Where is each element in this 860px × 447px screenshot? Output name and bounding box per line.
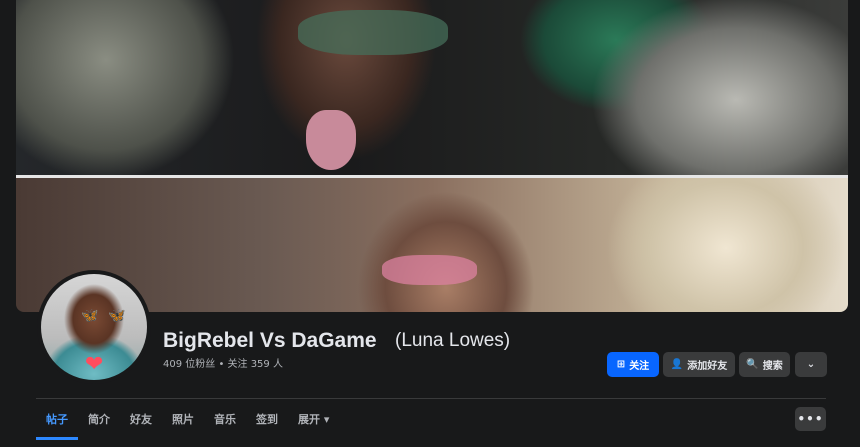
profile-tabs: 帖子 简介 好友 照片 音乐 签到 展开 ▾: [36, 400, 339, 440]
follow-icon: ⊞: [616, 358, 626, 370]
search-label: 搜索: [762, 361, 783, 372]
cover-detail: [306, 110, 356, 170]
tab-friends[interactable]: 好友: [120, 400, 162, 440]
add-friend-label: 添加好友: [687, 361, 728, 372]
profile-stats[interactable]: 409 位粉丝 • 关注 359 人: [163, 355, 283, 370]
tab-music[interactable]: 音乐: [204, 400, 246, 440]
tab-about[interactable]: 简介: [78, 400, 120, 440]
tabs-divider: [36, 398, 826, 399]
profile-name: BigRebel Vs DaGame: [163, 329, 377, 352]
follow-label: 关注: [629, 361, 650, 372]
chevron-down-icon: ⌄: [806, 358, 816, 370]
tab-more[interactable]: 展开 ▾: [288, 400, 339, 440]
follow-button[interactable]: ⊞ 关注: [607, 352, 659, 377]
cover-image-bottom: [16, 178, 848, 312]
avatar[interactable]: 🦋🦋 ❤: [37, 270, 151, 384]
profile-dropdown-button[interactable]: ⌄: [795, 352, 827, 377]
butterfly-icon: 🦋🦋: [81, 308, 136, 324]
ellipsis-icon: •••: [797, 412, 824, 426]
search-button[interactable]: 🔍 搜索: [739, 352, 790, 377]
search-icon: 🔍: [746, 358, 759, 370]
add-user-icon: 👤: [670, 358, 684, 370]
tab-photos[interactable]: 照片: [162, 400, 204, 440]
profile-alternate-name: (Luna Lowes): [395, 330, 511, 351]
tab-posts[interactable]: 帖子: [36, 400, 78, 440]
cover-sunglasses-bottom: [382, 255, 477, 285]
add-friend-button[interactable]: 👤 添加好友: [663, 352, 735, 377]
tab-checkins[interactable]: 签到: [246, 400, 288, 440]
avatar-image: 🦋🦋 ❤: [41, 274, 147, 380]
more-options-button[interactable]: •••: [795, 407, 826, 431]
heart-icon: ❤: [85, 352, 104, 377]
cover-sunglasses: [298, 10, 448, 55]
